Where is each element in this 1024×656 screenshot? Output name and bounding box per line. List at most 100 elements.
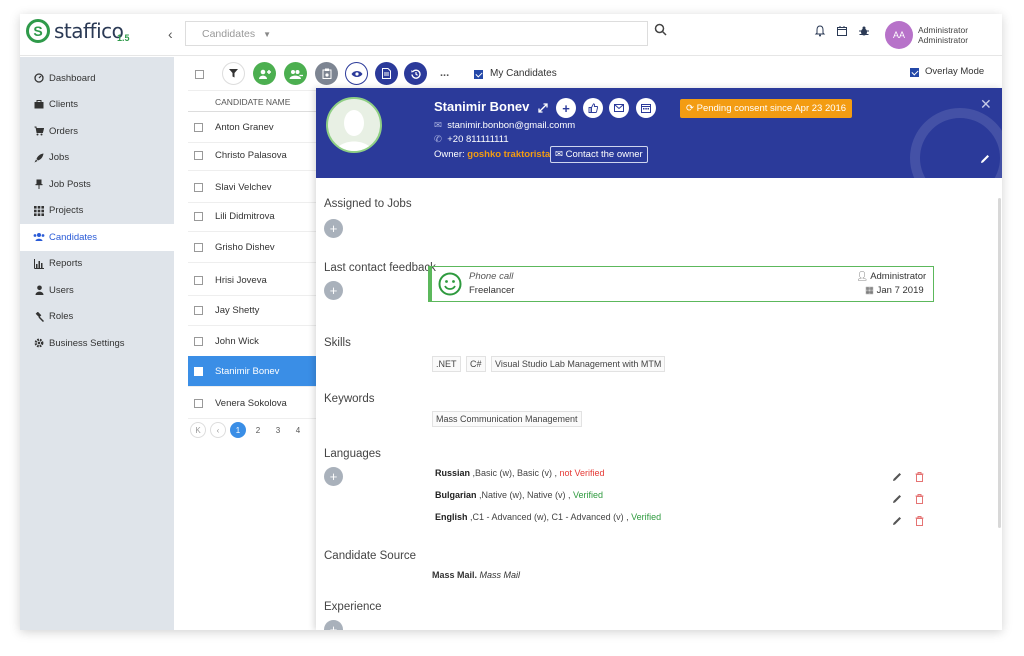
my-candidates-checkbox[interactable] — [474, 70, 483, 79]
table-row[interactable]: Anton Granev — [188, 112, 318, 143]
calendar-icon — [641, 104, 651, 113]
more-options-button[interactable]: ... — [440, 67, 449, 79]
users-icon — [32, 232, 46, 242]
select-all-checkbox[interactable] — [195, 70, 204, 79]
trash-icon[interactable] — [915, 472, 924, 482]
collapse-sidebar-icon[interactable]: ‹ — [168, 26, 173, 42]
feedback-card[interactable]: Phone call Freelancer 👤︎ Administrator ▦… — [428, 266, 934, 302]
row-checkbox[interactable] — [194, 150, 203, 160]
edit-header-icon[interactable] — [980, 154, 990, 164]
table-row[interactable]: Hrisi Joveva — [188, 265, 318, 296]
row-checkbox[interactable] — [194, 305, 203, 315]
keyword-tag[interactable]: Mass Communication Management — [432, 411, 582, 427]
table-row[interactable]: Slavi Velchev — [188, 172, 318, 203]
edit-icon[interactable] — [892, 494, 902, 504]
contact-owner-button[interactable]: ✉ Contact the owner — [550, 146, 648, 163]
candidate-email[interactable]: ✉ stanimir.bonbon@gmail.comm — [434, 120, 575, 131]
export-button[interactable] — [315, 62, 338, 85]
candidate-photo[interactable] — [326, 97, 382, 153]
schedule-button[interactable] — [636, 98, 656, 118]
pagination: K ‹ 1 2 3 4 5 — [190, 422, 326, 438]
page-button[interactable]: 4 — [290, 422, 306, 438]
page-button-current[interactable]: 1 — [230, 422, 246, 438]
overlay-mode-checkbox[interactable] — [910, 68, 919, 77]
row-checkbox[interactable] — [194, 336, 203, 346]
first-page-button[interactable]: K — [190, 422, 206, 438]
view-button[interactable] — [345, 62, 368, 85]
skill-tag[interactable]: C# — [466, 356, 486, 372]
sidebar-item-business-settings[interactable]: Business Settings — [20, 330, 174, 357]
table-row[interactable]: Lili Didmitrova — [188, 201, 318, 232]
sidebar-item-users[interactable]: Users — [20, 277, 174, 304]
row-checkbox[interactable] — [194, 242, 203, 252]
avatar[interactable]: AA — [885, 21, 913, 49]
edit-icon[interactable] — [892, 472, 902, 482]
sidebar-item-projects[interactable]: Projects — [20, 198, 174, 225]
table-row[interactable]: John Wick — [188, 326, 318, 357]
sidebar-item-label: Projects — [49, 205, 84, 217]
add-language-button[interactable]: + — [324, 467, 343, 486]
chevron-down-icon: ▼ — [263, 30, 272, 39]
overlay-mode-label: Overlay Mode — [925, 66, 985, 77]
sidebar-item-jobs[interactable]: Jobs — [20, 145, 174, 172]
language-name: English — [435, 512, 468, 522]
bug-icon[interactable] — [858, 25, 870, 37]
candidate-phone[interactable]: ✆ +20 811111111 — [434, 134, 509, 145]
email-button[interactable] — [609, 98, 629, 118]
sidebar-item-dashboard[interactable]: Dashboard — [20, 65, 174, 92]
add-experience-button[interactable]: + — [324, 620, 343, 630]
candidate-header: Stanimir Bonev + ⟳ Pending consent since… — [316, 88, 1002, 208]
bell-icon[interactable] — [814, 25, 826, 37]
row-checkbox[interactable] — [194, 275, 203, 285]
search-icon[interactable] — [654, 23, 667, 36]
panel-scrollbar[interactable] — [998, 198, 1001, 528]
column-header-candidate-name[interactable]: CANDIDATE NAME — [188, 90, 318, 112]
bar-chart-icon — [32, 258, 46, 269]
add-candidate-button[interactable] — [253, 62, 276, 85]
row-checkbox[interactable] — [194, 182, 203, 192]
page-button[interactable]: 2 — [250, 422, 266, 438]
row-checkbox[interactable] — [194, 398, 203, 408]
table-row[interactable]: Venera Sokolova — [188, 388, 318, 419]
add-button[interactable]: + — [556, 98, 576, 118]
section-title-experience: Experience — [324, 601, 382, 613]
plus-icon: + — [329, 622, 338, 630]
trash-icon[interactable] — [915, 516, 924, 526]
pin-icon — [32, 179, 46, 190]
calendar-icon[interactable] — [836, 25, 848, 37]
breadcrumb-select[interactable]: Candidates ▼ — [185, 21, 648, 46]
sidebar-item-roles[interactable]: Roles — [20, 304, 174, 331]
sidebar-item-job-posts[interactable]: Job Posts — [20, 171, 174, 198]
filter-button[interactable] — [222, 62, 245, 85]
edit-icon[interactable] — [892, 516, 902, 526]
skill-tag[interactable]: Visual Studio Lab Management with MTM — [491, 356, 666, 372]
page-button[interactable]: 3 — [270, 422, 286, 438]
row-checkbox[interactable] — [194, 366, 203, 376]
user-menu[interactable]: Administrator Administrator — [918, 25, 968, 45]
owner-name[interactable]: goshko traktorista — [467, 149, 550, 160]
sidebar-item-candidates[interactable]: Candidates — [20, 224, 174, 251]
sidebar-item-orders[interactable]: Orders — [20, 118, 174, 145]
logo[interactable]: S staffico — [26, 19, 124, 43]
history-button[interactable] — [404, 62, 427, 85]
like-button[interactable] — [583, 98, 603, 118]
row-checkbox[interactable] — [194, 211, 203, 221]
table-row-selected[interactable]: Stanimir Bonev — [188, 356, 318, 387]
add-job-button[interactable]: + — [324, 219, 343, 238]
sidebar-item-reports[interactable]: Reports — [20, 251, 174, 278]
skill-tag[interactable]: .NET — [432, 356, 461, 372]
document-button[interactable] — [375, 62, 398, 85]
sidebar-item-clients[interactable]: Clients — [20, 92, 174, 119]
prev-page-button[interactable]: ‹ — [210, 422, 226, 438]
table-row[interactable]: Jay Shetty — [188, 295, 318, 326]
expand-icon[interactable] — [538, 103, 548, 113]
add-group-button[interactable] — [284, 62, 307, 85]
consent-status-badge[interactable]: ⟳ Pending consent since Apr 23 2016 — [680, 99, 853, 118]
close-icon[interactable]: ✕ — [980, 96, 992, 113]
add-feedback-button[interactable]: + — [324, 281, 343, 300]
table-row[interactable]: Christo Palasova — [188, 140, 318, 171]
language-name: Bulgarian — [435, 490, 477, 500]
table-row[interactable]: Grisho Dishev — [188, 232, 318, 263]
row-checkbox[interactable] — [194, 122, 203, 132]
trash-icon[interactable] — [915, 494, 924, 504]
